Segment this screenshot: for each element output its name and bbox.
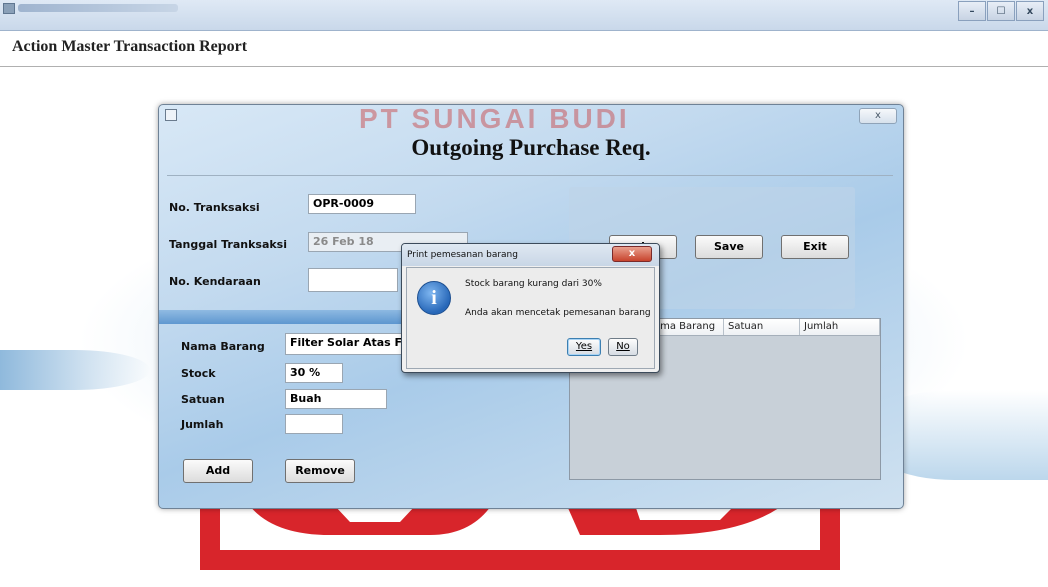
table-header-cell[interactable]: ama Barang — [650, 319, 724, 335]
frame-close-button[interactable]: x — [859, 108, 897, 124]
stock-label: Stock — [181, 367, 216, 380]
jumlah-label: Jumlah — [181, 418, 224, 431]
app-icon — [3, 3, 15, 14]
remove-button[interactable]: Remove — [285, 459, 355, 483]
form-title: Outgoing Purchase Req. — [411, 135, 651, 160]
minimize-button[interactable]: – — [958, 1, 986, 21]
print-dialog: Print pemesanan barang x i Stock barang … — [401, 243, 660, 373]
satuan-field[interactable]: Buah — [285, 389, 387, 409]
info-icon: i — [417, 281, 451, 315]
background-swirl-left — [0, 350, 150, 390]
yes-button[interactable]: Yes — [567, 338, 601, 356]
table-header-cell[interactable]: Satuan — [724, 319, 800, 335]
no-transaksi-label: No. Tranksaksi — [169, 201, 260, 214]
dialog-title: Print pemesanan barang — [407, 250, 518, 260]
kendaraan-field[interactable] — [308, 268, 398, 292]
exit-button[interactable]: Exit — [781, 235, 849, 259]
stock-field[interactable]: 30 % — [285, 363, 343, 383]
kendaraan-label: No. Kendaraan — [169, 275, 261, 288]
no-transaksi-field[interactable]: OPR-0009 — [308, 194, 416, 214]
watermark: PT SUNGAI BUDI — [359, 104, 630, 134]
divider — [0, 66, 1048, 67]
dialog-close-button[interactable]: x — [612, 246, 652, 262]
maximize-button[interactable]: ☐ — [987, 1, 1015, 21]
no-button[interactable]: No — [608, 338, 638, 356]
close-button[interactable]: x — [1016, 1, 1044, 21]
report-title: Action Master Transaction Report — [12, 38, 248, 55]
dialog-message-2: Anda akan mencetak pemesanan barang — [465, 308, 651, 318]
add-button[interactable]: Add — [183, 459, 253, 483]
title-separator — [167, 175, 893, 176]
tanggal-label: Tanggal Tranksaksi — [169, 238, 288, 251]
window-controls: – ☐ x — [957, 1, 1044, 21]
save-button[interactable]: Save — [695, 235, 763, 259]
nama-barang-label: Nama Barang — [181, 340, 265, 353]
table-header-cell[interactable]: Jumlah — [800, 319, 880, 335]
window-titlebar: – ☐ x — [0, 0, 1048, 31]
window-title — [18, 4, 178, 12]
frame-icon — [165, 109, 177, 121]
dialog-titlebar: Print pemesanan barang x — [402, 244, 659, 266]
jumlah-field[interactable] — [285, 414, 343, 434]
dialog-message-1: Stock barang kurang dari 30% — [465, 279, 602, 289]
dialog-body: i Stock barang kurang dari 30% Anda akan… — [406, 267, 655, 369]
satuan-label: Satuan — [181, 393, 225, 406]
nama-barang-field[interactable]: Filter Solar Atas FR — [285, 333, 407, 355]
